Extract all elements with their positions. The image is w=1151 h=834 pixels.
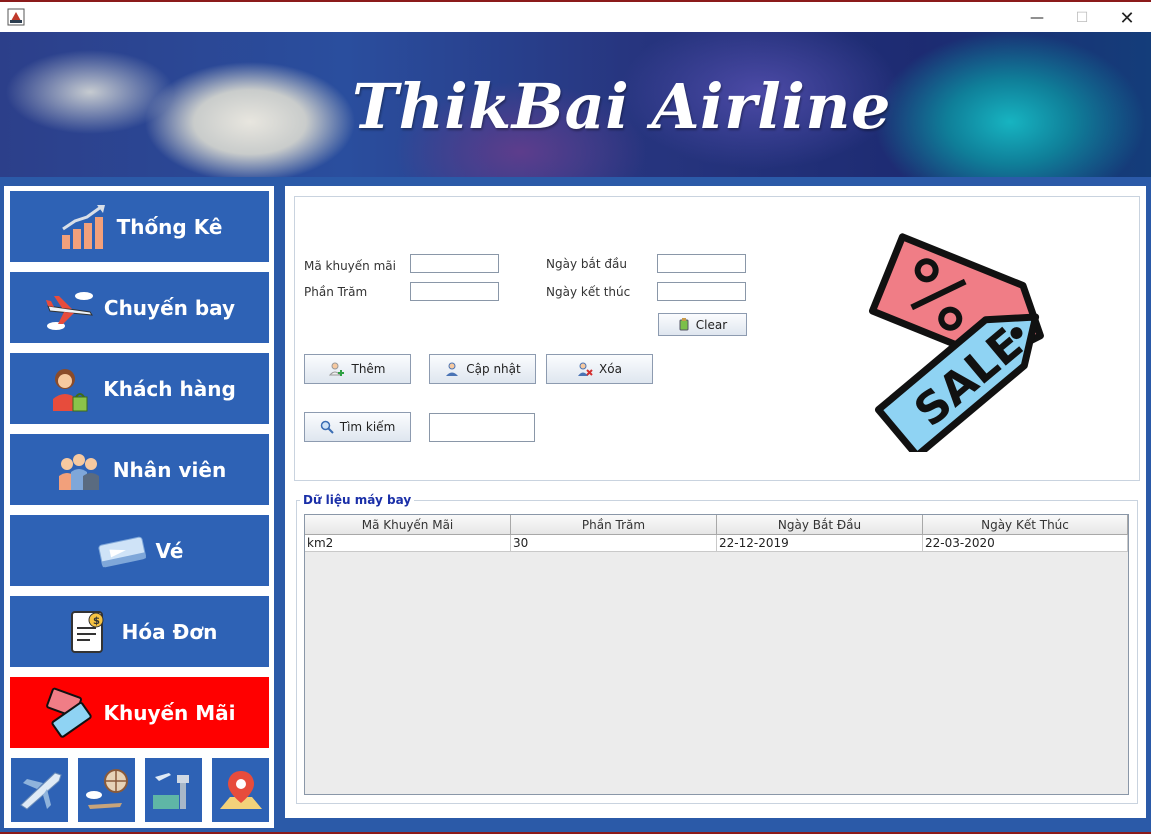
sidebar-item-label: Thống Kê: [116, 214, 223, 239]
map-pin-button[interactable]: [212, 758, 269, 822]
add-user-icon: [329, 362, 345, 376]
table-cell[interactable]: km2: [305, 535, 511, 552]
table-cell[interactable]: 22-03-2020: [923, 535, 1128, 552]
column-header[interactable]: Ngày Bắt Đầu: [717, 515, 923, 535]
sidebar-item-khuyen-mai[interactable]: Khuyến Mãi: [10, 677, 269, 748]
header-banner: ThikBai Airline: [0, 32, 1151, 182]
sidebar-item-chuyen-bay[interactable]: Chuyến bay: [10, 272, 269, 343]
customer-icon: [43, 363, 95, 415]
invoice-icon: $: [62, 606, 114, 658]
clear-button-label: Clear: [695, 317, 728, 332]
table-cell[interactable]: 30: [511, 535, 717, 552]
update-user-icon: [446, 362, 459, 376]
airport-button[interactable]: [145, 758, 202, 822]
them-button[interactable]: Thêm: [304, 354, 411, 384]
plane-tile-button[interactable]: [11, 758, 68, 822]
sidebar-item-label: Khuyến Mãi: [103, 700, 236, 725]
sidebar-item-thong-ke[interactable]: Thống Kê: [10, 191, 269, 262]
cap-nhat-button-label: Cập nhật: [466, 362, 521, 376]
sale-tag-illustration: SALE: [868, 233, 1044, 452]
airport-icon: [152, 773, 189, 809]
map-pin-icon: [219, 771, 262, 809]
java-app-icon: [7, 8, 25, 26]
xoa-button-label: Xóa: [599, 362, 622, 376]
ma-khuyen-mai-field[interactable]: [410, 254, 499, 273]
sidebar-item-ve[interactable]: Vé: [10, 515, 269, 586]
ngay-bat-dau-field[interactable]: [657, 254, 746, 273]
sidebar-item-label: Khách hàng: [103, 376, 236, 401]
delete-user-icon: [578, 362, 593, 376]
sidebar-item-label: Chuyến bay: [103, 295, 236, 320]
sidebar-item-hoa-don[interactable]: $ Hóa Đơn: [10, 596, 269, 667]
ma-khuyen-mai-label: Mã khuyến mãi: [304, 259, 396, 273]
sale-tag-icon: [43, 687, 95, 739]
svg-text:$: $: [93, 616, 100, 627]
sidebar-item-label: Nhân viên: [112, 457, 227, 482]
staff-icon: [53, 444, 105, 496]
sidebar-item-nhan-vien[interactable]: Nhân viên: [10, 434, 269, 505]
globe-travel-icon: [85, 769, 128, 809]
close-button[interactable]: ✕: [1104, 4, 1150, 32]
tim-kiem-button[interactable]: Tìm kiếm: [304, 412, 411, 442]
phan-tram-field[interactable]: [410, 282, 499, 301]
sidebar-item-label: Hóa Đơn: [121, 619, 218, 644]
column-header[interactable]: Mã Khuyến Mãi: [305, 515, 511, 535]
plane-tile-icon: [19, 772, 62, 810]
globe-travel-button[interactable]: [78, 758, 135, 822]
airplane-icon: [44, 282, 96, 334]
xoa-button[interactable]: Xóa: [546, 354, 653, 384]
minimize-button[interactable]: —: [1014, 4, 1060, 32]
app-title: ThikBai Airline: [352, 70, 891, 143]
ngay-ket-thuc-field[interactable]: [657, 282, 746, 301]
bar-chart-icon: [57, 201, 109, 253]
search-input[interactable]: [429, 413, 535, 442]
promotions-table[interactable]: Mã Khuyến Mãi Phần Trăm Ngày Bắt Đầu Ngà…: [304, 514, 1129, 795]
ticket-icon: [96, 525, 148, 577]
column-header[interactable]: Ngày Kết Thúc: [923, 515, 1128, 535]
cap-nhat-button[interactable]: Cập nhật: [429, 354, 536, 384]
window-titlebar: — ☐ ✕: [0, 0, 1151, 32]
tim-kiem-button-label: Tìm kiếm: [339, 420, 396, 434]
sidebar-item-khach-hang[interactable]: Khách hàng: [10, 353, 269, 424]
broom-icon: [679, 317, 689, 330]
table-cell[interactable]: 22-12-2019: [717, 535, 923, 552]
phan-tram-label: Phần Trăm: [304, 285, 368, 299]
maximize-button[interactable]: ☐: [1059, 4, 1105, 32]
ngay-ket-thuc-label: Ngày kết thúc: [546, 285, 631, 299]
sidebar-item-label: Vé: [155, 538, 184, 563]
ngay-bat-dau-label: Ngày bắt đầu: [546, 257, 627, 271]
them-button-label: Thêm: [351, 362, 386, 376]
column-header[interactable]: Phần Trăm: [511, 515, 717, 535]
search-icon: [320, 420, 334, 434]
data-group-title: Dữ liệu máy bay: [300, 493, 415, 507]
clear-button[interactable]: Clear: [658, 313, 747, 336]
